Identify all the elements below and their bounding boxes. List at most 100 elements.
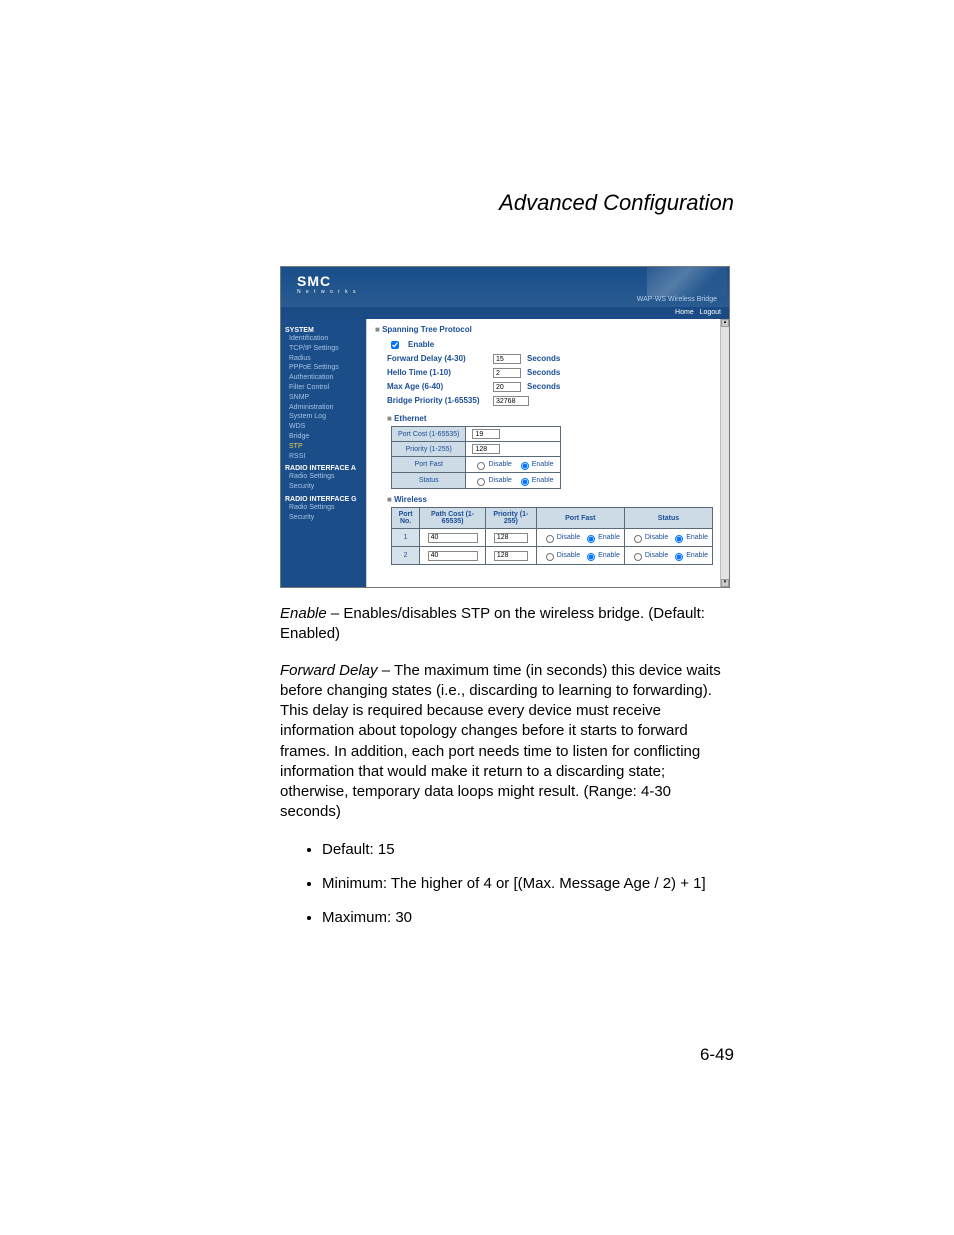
content-area: ■ Spanning Tree Protocol Enable Forward … bbox=[367, 319, 721, 587]
fd-input[interactable] bbox=[493, 354, 521, 364]
section-stp-title: ■ Spanning Tree Protocol bbox=[375, 325, 713, 334]
sidebar-item-radio-a-settings[interactable]: Radio Settings bbox=[289, 472, 362, 482]
term-forward-delay: Forward Delay bbox=[280, 662, 378, 679]
table-row: Port Cost (1-65535) bbox=[392, 427, 561, 442]
sidebar-item-wds[interactable]: WDS bbox=[289, 422, 362, 432]
eth-priority-input[interactable] bbox=[472, 444, 500, 454]
max-unit: Seconds bbox=[527, 381, 560, 392]
enable-row: Enable bbox=[387, 338, 713, 352]
wireless-table: Port No. Path Cost (1-65535) Priority (1… bbox=[391, 507, 713, 565]
page-title: Advanced Configuration bbox=[280, 190, 734, 216]
logout-link[interactable]: Logout bbox=[700, 309, 721, 316]
section-eth-title: ■ Ethernet bbox=[387, 414, 713, 423]
table-row: 2 Disable Enable Disable Enable bbox=[392, 547, 713, 565]
logo-subtext: N e t w o r k s bbox=[297, 289, 358, 295]
table-row: Priority (1-255) bbox=[392, 442, 561, 457]
enable-checkbox[interactable] bbox=[391, 341, 399, 349]
col-port-fast: Port Fast bbox=[536, 508, 624, 529]
w2-cost-input[interactable] bbox=[428, 551, 478, 561]
hello-label: Hello Time (1-10) bbox=[387, 367, 487, 378]
hello-row: Hello Time (1-10) Seconds bbox=[387, 366, 713, 380]
main-panel: ▴ ▾ ■ Spanning Tree Protocol Enable Forw… bbox=[366, 319, 729, 587]
w2-pf-enable-radio[interactable] bbox=[587, 553, 595, 561]
max-row: Max Age (6-40) Seconds bbox=[387, 380, 713, 394]
sidebar-group-radio-a: RADIO INTERFACE A bbox=[285, 465, 362, 472]
sidebar-item-identification[interactable]: Identification bbox=[289, 334, 362, 344]
sidebar-group-system: SYSTEM bbox=[285, 327, 362, 334]
list-item: Minimum: The higher of 4 or [(Max. Messa… bbox=[322, 872, 734, 896]
col-status: Status bbox=[624, 508, 712, 529]
sidebar-item-bridge[interactable]: Bridge bbox=[289, 432, 362, 442]
eth-portcost-label: Port Cost (1-65535) bbox=[392, 427, 466, 442]
scrollbar[interactable]: ▴ ▾ bbox=[720, 319, 729, 587]
scroll-up-icon[interactable]: ▴ bbox=[721, 319, 729, 327]
prio-row: Bridge Priority (1-65535) bbox=[387, 394, 713, 408]
table-row: Port Fast Disable Enable bbox=[392, 457, 561, 473]
max-label: Max Age (6-40) bbox=[387, 381, 487, 392]
w2-st-disable-radio[interactable] bbox=[634, 553, 642, 561]
sidebar-item-snmp[interactable]: SNMP bbox=[289, 393, 362, 403]
hello-input[interactable] bbox=[493, 368, 521, 378]
sidebar-item-radio-g-settings[interactable]: Radio Settings bbox=[289, 503, 362, 513]
home-link[interactable]: Home bbox=[675, 309, 694, 316]
col-path-cost: Path Cost (1-65535) bbox=[420, 508, 486, 529]
w1-st-enable-radio[interactable] bbox=[675, 535, 683, 543]
sidebar-item-syslog[interactable]: System Log bbox=[289, 412, 362, 422]
w1-prio-input[interactable] bbox=[494, 533, 528, 543]
eth-st-enable-radio[interactable] bbox=[521, 478, 529, 486]
sidebar-item-tcpip[interactable]: TCP/IP Settings bbox=[289, 344, 362, 354]
fd-unit: Seconds bbox=[527, 353, 560, 364]
sidebar-item-rssi[interactable]: RSSI bbox=[289, 452, 362, 462]
sidebar-item-radio-g-security[interactable]: Security bbox=[289, 513, 362, 523]
eth-portfast-label: Port Fast bbox=[392, 457, 466, 473]
w2-pf-disable-radio[interactable] bbox=[546, 553, 554, 561]
document-page: Advanced Configuration SMC N e t w o r k… bbox=[0, 0, 954, 1235]
router-ui-screenshot: SMC N e t w o r k s WAP-WS Wireless Brid… bbox=[280, 266, 730, 588]
product-name: WAP-WS Wireless Bridge bbox=[637, 296, 717, 303]
table-row: 1 Disable Enable Disable Enable bbox=[392, 529, 713, 547]
sidebar-item-auth[interactable]: Authentication bbox=[289, 373, 362, 383]
hello-unit: Seconds bbox=[527, 367, 560, 378]
term-enable: Enable bbox=[280, 605, 327, 622]
sidebar-item-pppoe[interactable]: PPPoE Settings bbox=[289, 363, 362, 373]
top-bar: Home Logout bbox=[281, 307, 729, 319]
sidebar-item-filter[interactable]: Filter Control bbox=[289, 383, 362, 393]
list-item: Default: 15 bbox=[322, 838, 734, 862]
max-input[interactable] bbox=[493, 382, 521, 392]
prio-input[interactable] bbox=[493, 396, 529, 406]
sidebar-item-radio-a-security[interactable]: Security bbox=[289, 482, 362, 492]
sidebar: SYSTEM Identification TCP/IP Settings Ra… bbox=[281, 319, 366, 587]
w2-prio-input[interactable] bbox=[494, 551, 528, 561]
w1-st-disable-radio[interactable] bbox=[634, 535, 642, 543]
w2-st-enable-radio[interactable] bbox=[675, 553, 683, 561]
page-number: 6-49 bbox=[700, 1045, 734, 1065]
bullet-list: Default: 15 Minimum: The higher of 4 or … bbox=[280, 838, 734, 930]
w1-cost-input[interactable] bbox=[428, 533, 478, 543]
w1-pf-disable-radio[interactable] bbox=[546, 535, 554, 543]
eth-st-disable-radio[interactable] bbox=[477, 478, 485, 486]
para-enable: Enable – Enables/disables STP on the wir… bbox=[280, 604, 734, 645]
logo-text: SMC bbox=[297, 273, 331, 289]
eth-pf-enable-radio[interactable] bbox=[521, 462, 529, 470]
ethernet-table: Port Cost (1-65535) Priority (1-255) Por… bbox=[391, 426, 561, 489]
sidebar-group-radio-g: RADIO INTERFACE G bbox=[285, 496, 362, 503]
w1-pf-enable-radio[interactable] bbox=[587, 535, 595, 543]
eth-status-label: Status bbox=[392, 473, 466, 489]
sidebar-item-radius[interactable]: Radius bbox=[289, 354, 362, 364]
enable-label: Enable bbox=[408, 339, 434, 350]
sidebar-item-stp[interactable]: STP bbox=[289, 442, 362, 452]
section-wireless-title: ■ Wireless bbox=[387, 495, 713, 504]
port-no-1: 1 bbox=[392, 529, 420, 547]
port-no-2: 2 bbox=[392, 547, 420, 565]
eth-portcost-input[interactable] bbox=[472, 429, 500, 439]
col-priority: Priority (1-255) bbox=[485, 508, 536, 529]
eth-priority-label: Priority (1-255) bbox=[392, 442, 466, 457]
table-row: Status Disable Enable bbox=[392, 473, 561, 489]
eth-pf-disable-radio[interactable] bbox=[477, 462, 485, 470]
col-port-no: Port No. bbox=[392, 508, 420, 529]
list-item: Maximum: 30 bbox=[322, 906, 734, 930]
table-header-row: Port No. Path Cost (1-65535) Priority (1… bbox=[392, 508, 713, 529]
scroll-down-icon[interactable]: ▾ bbox=[721, 579, 729, 587]
para-forward-delay: Forward Delay – The maximum time (in sec… bbox=[280, 661, 734, 823]
sidebar-item-admin[interactable]: Administration bbox=[289, 403, 362, 413]
